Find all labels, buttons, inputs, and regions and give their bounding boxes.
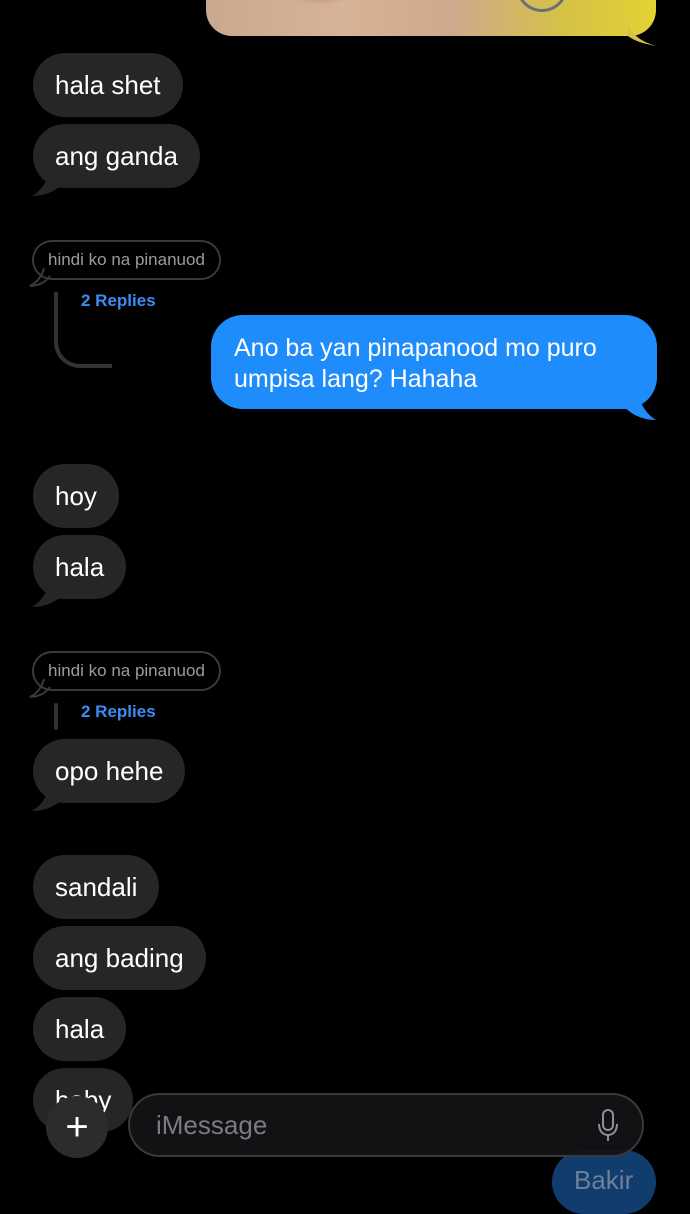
sent-message-partial[interactable]: Bakir <box>552 1150 656 1214</box>
received-message[interactable]: ang bading <box>33 926 206 990</box>
sent-message[interactable]: Ano ba yan pinapanood mo puro umpisa lan… <box>211 315 657 409</box>
message-text: hala <box>55 552 105 582</box>
message-text: Bakir <box>574 1165 634 1195</box>
message-text: hala shet <box>55 70 161 100</box>
thread-connector-line <box>54 292 112 368</box>
message-text: ang bading <box>55 943 184 973</box>
sent-bubble-tail <box>624 392 656 420</box>
message-text: Ano ba yan pinapanood mo puro umpisa lan… <box>234 334 597 393</box>
thread-quote-text: hindi ko na pinanuod <box>48 661 205 680</box>
message-input-placeholder: iMessage <box>156 1110 268 1140</box>
add-attachment-button[interactable]: + <box>46 1096 108 1158</box>
thread-quote-pill[interactable]: hindi ko na pinanuod <box>32 240 221 280</box>
received-bubble-tail <box>32 170 64 196</box>
thread-pill-tail <box>29 268 51 287</box>
photo-detail <box>286 0 356 6</box>
received-message[interactable]: sandali <box>33 855 160 919</box>
photo-attachment[interactable] <box>206 0 656 36</box>
thread-quote-text: hindi ko na pinanuod <box>48 250 205 269</box>
message-text: hoy <box>55 481 97 511</box>
photo-bubble-tail <box>628 26 656 46</box>
received-message[interactable]: hala <box>33 997 127 1061</box>
replies-label: 2 Replies <box>81 702 156 721</box>
received-message[interactable]: hala shet <box>33 53 183 117</box>
thread-replies-link[interactable]: 2 Replies <box>81 702 156 722</box>
message-text: ang ganda <box>55 141 178 171</box>
thread-quote-pill[interactable]: hindi ko na pinanuod <box>32 651 221 691</box>
received-bubble-tail <box>32 581 64 607</box>
message-input[interactable]: iMessage <box>128 1093 644 1157</box>
photo-detail-ring <box>516 0 568 12</box>
thread-connector-line <box>54 703 58 730</box>
thread-pill-tail <box>29 679 51 698</box>
received-bubble-tail <box>32 785 64 811</box>
message-text: hala <box>55 1014 105 1044</box>
message-text: sandali <box>55 872 138 902</box>
microphone-icon[interactable] <box>596 1109 620 1143</box>
message-text: opo hehe <box>55 756 164 786</box>
plus-icon: + <box>65 1105 89 1149</box>
received-message[interactable]: hoy <box>33 464 119 528</box>
